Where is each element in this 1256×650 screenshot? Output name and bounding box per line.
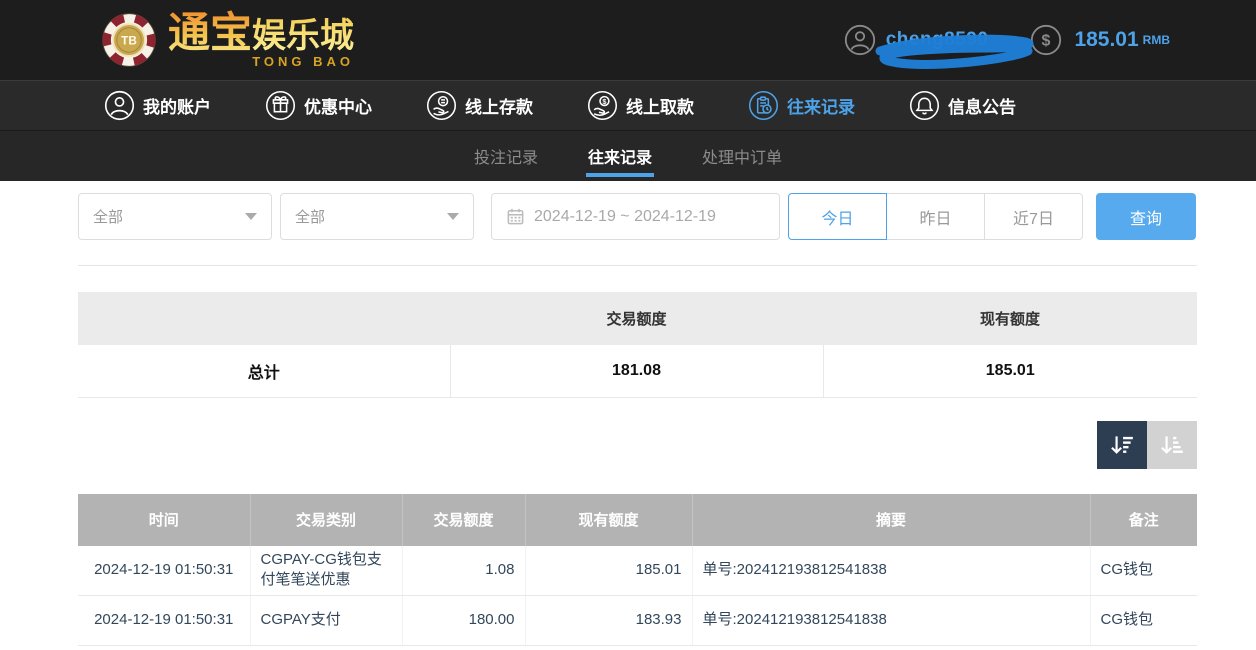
topbar: TB 通宝娱乐城 TONG BAO cheng8590 $ 1 <box>0 0 1256 80</box>
poker-chip-icon: TB <box>100 11 158 69</box>
date-range-input[interactable]: 2024-12-19 ~ 2024-12-19 <box>491 193 780 240</box>
username-wrap: cheng8590 <box>886 29 989 51</box>
logo-text: 通宝娱乐城 TONG BAO <box>168 12 354 68</box>
category-select[interactable]: 全部 <box>78 193 272 240</box>
user-icon <box>844 24 876 56</box>
logo-subtitle: TONG BAO <box>252 55 354 68</box>
balance-amount: 185.01 <box>1074 28 1138 52</box>
nav-item-announcements[interactable]: 信息公告 <box>909 90 1016 121</box>
col-summary: 摘要 <box>692 494 1090 546</box>
sort-bar <box>78 421 1197 469</box>
col-time: 时间 <box>78 494 250 546</box>
col-balance: 现有额度 <box>525 494 692 546</box>
site-logo[interactable]: TB 通宝娱乐城 TONG BAO <box>100 11 354 69</box>
summary-total-transaction: 181.08 <box>450 345 823 397</box>
summary-total-row: 总计 181.08 185.01 <box>78 345 1197 397</box>
nav-label: 优惠中心 <box>304 93 372 118</box>
transactions-table: 时间 交易类别 交易额度 现有额度 摘要 备注 2024-12-19 01:50… <box>78 494 1197 647</box>
query-button[interactable]: 查询 <box>1096 193 1196 240</box>
col-amount: 交易额度 <box>402 494 525 546</box>
sub-nav: 投注记录 往来记录 处理中订单 <box>0 130 1256 181</box>
summary-header-transaction: 交易额度 <box>450 292 823 345</box>
table-row: 2024-12-19 01:50:31 CGPAY支付 180.00 183.9… <box>78 596 1197 646</box>
yesterday-button[interactable]: 昨日 <box>886 193 985 240</box>
username[interactable]: cheng8590 <box>886 29 989 50</box>
nav-item-deposit[interactable]: 线上存款 <box>426 90 533 121</box>
cell-balance: 185.01 <box>525 546 692 596</box>
nav-item-withdraw[interactable]: $ 线上取款 <box>587 90 694 121</box>
cell-note: CG钱包 <box>1090 596 1197 646</box>
summary-total-label: 总计 <box>78 345 450 397</box>
nav-label: 信息公告 <box>948 93 1016 118</box>
svg-text:$: $ <box>602 97 606 106</box>
cell-type: CGPAY-CG钱包支付笔笔送优惠 <box>250 546 402 596</box>
chevron-down-icon <box>245 213 257 220</box>
cell-note: CG钱包 <box>1090 546 1197 596</box>
nav-item-promotions[interactable]: 优惠中心 <box>265 90 372 121</box>
table-row: 2024-12-19 01:50:31 CGPAY-CG钱包支付笔笔送优惠 1.… <box>78 546 1197 596</box>
nav-label: 线上存款 <box>465 93 533 118</box>
summary-header-row: 交易额度 现有额度 <box>78 292 1197 345</box>
date-range-value: 2024-12-19 ~ 2024-12-19 <box>534 208 716 226</box>
type-select[interactable]: 全部 <box>280 193 474 240</box>
cell-summary: 单号:202412193812541838 <box>692 596 1090 646</box>
gift-icon <box>265 90 296 121</box>
sort-amount-asc-icon[interactable] <box>1147 421 1197 469</box>
cell-time: 2024-12-19 01:50:31 <box>78 546 250 596</box>
type-select-value: 全部 <box>295 206 325 227</box>
nav-label: 线上取款 <box>626 93 694 118</box>
summary-header-empty <box>78 292 450 345</box>
chip-label: TB <box>121 35 137 48</box>
quick-date-group: 今日 昨日 近7日 <box>788 193 1083 240</box>
withdraw-icon: $ <box>587 90 618 121</box>
nav-label: 往来记录 <box>787 93 855 118</box>
tab-transaction-records[interactable]: 往来记录 <box>586 131 654 181</box>
svg-text:$: $ <box>1042 33 1051 50</box>
filter-row: 全部 全部 2024-12-19 ~ 2024-12-19 今日 昨日 <box>78 193 1197 240</box>
balance-currency: RMB <box>1143 33 1170 47</box>
divider <box>78 265 1197 266</box>
records-icon <box>748 90 779 121</box>
table-header-row: 时间 交易类别 交易额度 现有额度 摘要 备注 <box>78 494 1197 546</box>
cell-time: 2024-12-19 01:50:31 <box>78 596 250 646</box>
cell-summary: 单号:202412193812541838 <box>692 546 1090 596</box>
cell-amount: 180.00 <box>402 596 525 646</box>
sort-amount-desc-icon[interactable] <box>1097 421 1147 469</box>
coin-icon: $ <box>1030 24 1062 56</box>
summary-total-balance: 185.01 <box>823 345 1197 397</box>
nav-item-transaction-records[interactable]: 往来记录 <box>748 90 855 121</box>
tab-betting-records[interactable]: 投注记录 <box>472 131 540 181</box>
user-icon <box>104 90 135 121</box>
last7days-button[interactable]: 近7日 <box>984 193 1083 240</box>
summary-table: 交易额度 现有额度 总计 181.08 185.01 <box>78 292 1197 398</box>
col-note: 备注 <box>1090 494 1197 546</box>
bell-icon <box>909 90 940 121</box>
nav-item-my-account[interactable]: 我的账户 <box>104 90 211 121</box>
deposit-icon <box>426 90 457 121</box>
tab-pending-orders[interactable]: 处理中订单 <box>700 131 784 181</box>
today-button[interactable]: 今日 <box>788 193 887 240</box>
category-select-value: 全部 <box>93 206 123 227</box>
calendar-icon <box>506 207 525 226</box>
content: 全部 全部 2024-12-19 ~ 2024-12-19 今日 昨日 <box>0 181 1256 646</box>
col-type: 交易类别 <box>250 494 402 546</box>
user-area: cheng8590 $ 185.01 RMB <box>844 24 1170 56</box>
cell-balance: 183.93 <box>525 596 692 646</box>
cell-amount: 1.08 <box>402 546 525 596</box>
logo-title-rest: 娱乐城 <box>252 17 354 55</box>
main-nav: 我的账户 优惠中心 线上存款 <box>0 80 1256 130</box>
logo-title-main: 通宝 <box>168 9 252 56</box>
chevron-down-icon <box>447 213 459 220</box>
cell-type: CGPAY支付 <box>250 596 402 646</box>
nav-label: 我的账户 <box>143 93 211 118</box>
summary-header-balance: 现有额度 <box>823 292 1197 345</box>
